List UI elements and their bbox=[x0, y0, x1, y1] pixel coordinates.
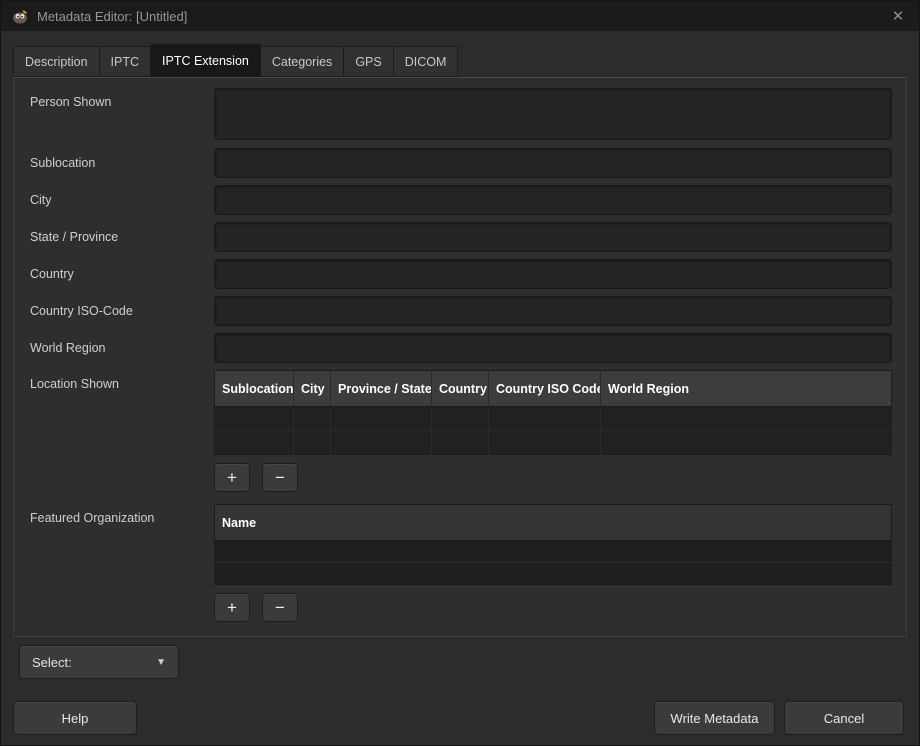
featured-organization-add-button[interactable]: + bbox=[214, 593, 250, 622]
featured-organization-header-row: Name bbox=[215, 505, 892, 541]
tab-categories[interactable]: Categories bbox=[261, 46, 344, 77]
column-header-city[interactable]: City bbox=[294, 371, 331, 407]
form-row-world-region: World Region bbox=[30, 333, 892, 363]
city-input[interactable] bbox=[214, 185, 892, 215]
sublocation-input[interactable] bbox=[214, 148, 892, 178]
tab-iptc[interactable]: IPTC bbox=[100, 46, 151, 77]
featured-organization-row-2[interactable] bbox=[215, 563, 892, 585]
form-row-country-iso-code: Country ISO-Code bbox=[30, 296, 892, 326]
cell[interactable] bbox=[215, 431, 294, 455]
column-header-country-iso-code[interactable]: Country ISO Code bbox=[489, 371, 601, 407]
location-shown-table[interactable]: Sublocation City Province / State Countr… bbox=[214, 370, 892, 455]
location-shown-row-2[interactable] bbox=[215, 431, 892, 455]
help-button[interactable]: Help bbox=[13, 701, 137, 735]
cell[interactable] bbox=[331, 431, 432, 455]
select-dropdown-label: Select: bbox=[32, 655, 72, 670]
cell[interactable] bbox=[215, 541, 892, 563]
column-header-sublocation[interactable]: Sublocation bbox=[215, 371, 294, 407]
column-header-name[interactable]: Name bbox=[215, 505, 892, 541]
location-shown-remove-button[interactable]: − bbox=[262, 463, 298, 492]
cell[interactable] bbox=[489, 407, 601, 431]
world-region-input[interactable] bbox=[214, 333, 892, 363]
location-shown-label: Location Shown bbox=[30, 370, 214, 492]
location-shown-add-button[interactable]: + bbox=[214, 463, 250, 492]
cell[interactable] bbox=[601, 431, 892, 455]
form-row-sublocation: Sublocation bbox=[30, 148, 892, 178]
form-row-person-shown: Person Shown bbox=[30, 88, 892, 140]
state-province-input[interactable] bbox=[214, 222, 892, 252]
form-row-featured-organization: Featured Organization Name + − bbox=[30, 504, 892, 622]
cell[interactable] bbox=[432, 407, 489, 431]
state-province-label: State / Province bbox=[30, 222, 214, 252]
country-iso-code-label: Country ISO-Code bbox=[30, 296, 214, 326]
featured-organization-table[interactable]: Name bbox=[214, 504, 892, 585]
person-shown-input[interactable] bbox=[214, 88, 892, 140]
tab-gps[interactable]: GPS bbox=[344, 46, 393, 77]
column-header-world-region[interactable]: World Region bbox=[601, 371, 892, 407]
featured-organization-label: Featured Organization bbox=[30, 504, 214, 622]
chevron-down-icon: ▼ bbox=[156, 657, 166, 668]
cancel-button[interactable]: Cancel bbox=[784, 701, 904, 735]
tab-dicom[interactable]: DICOM bbox=[394, 46, 459, 77]
tab-bar: Description IPTC IPTC Extension Categori… bbox=[1, 31, 919, 77]
country-label: Country bbox=[30, 259, 214, 289]
featured-organization-table-buttons: + − bbox=[214, 593, 892, 622]
form-row-country: Country bbox=[30, 259, 892, 289]
cell[interactable] bbox=[215, 407, 294, 431]
write-metadata-button[interactable]: Write Metadata bbox=[654, 701, 775, 735]
iptc-extension-panel: Person Shown Sublocation City State / Pr… bbox=[13, 77, 907, 637]
gimp-wilber-icon bbox=[11, 9, 29, 24]
cell[interactable] bbox=[489, 431, 601, 455]
location-shown-table-buttons: + − bbox=[214, 463, 892, 492]
window-title: Metadata Editor: [Untitled] bbox=[37, 9, 879, 24]
country-iso-code-input[interactable] bbox=[214, 296, 892, 326]
column-header-country[interactable]: Country bbox=[432, 371, 489, 407]
featured-organization-row-1[interactable] bbox=[215, 541, 892, 563]
cell[interactable] bbox=[215, 563, 892, 585]
form-row-location-shown: Location Shown Sublocation City Province… bbox=[30, 370, 892, 492]
select-dropdown[interactable]: Select: ▼ bbox=[19, 645, 179, 679]
sublocation-label: Sublocation bbox=[30, 148, 214, 178]
country-input[interactable] bbox=[214, 259, 892, 289]
column-header-province-state[interactable]: Province / State bbox=[331, 371, 432, 407]
title-bar: Metadata Editor: [Untitled] ✕ bbox=[1, 1, 919, 31]
cell[interactable] bbox=[294, 407, 331, 431]
location-shown-header-row: Sublocation City Province / State Countr… bbox=[215, 371, 892, 407]
metadata-editor-window: Metadata Editor: [Untitled] ✕ Descriptio… bbox=[0, 0, 920, 746]
tab-iptc-extension[interactable]: IPTC Extension bbox=[151, 44, 261, 77]
close-icon[interactable]: ✕ bbox=[887, 5, 909, 27]
form-row-state-province: State / Province bbox=[30, 222, 892, 252]
featured-organization-remove-button[interactable]: − bbox=[262, 593, 298, 622]
city-label: City bbox=[30, 185, 214, 215]
person-shown-label: Person Shown bbox=[30, 88, 214, 140]
cell[interactable] bbox=[331, 407, 432, 431]
location-shown-row-1[interactable] bbox=[215, 407, 892, 431]
tab-description[interactable]: Description bbox=[13, 46, 100, 77]
cell[interactable] bbox=[294, 431, 331, 455]
world-region-label: World Region bbox=[30, 333, 214, 363]
dialog-action-bar: Help Write Metadata Cancel bbox=[13, 701, 904, 735]
cell[interactable] bbox=[601, 407, 892, 431]
select-row: Select: ▼ bbox=[19, 645, 919, 679]
form-row-city: City bbox=[30, 185, 892, 215]
cell[interactable] bbox=[432, 431, 489, 455]
